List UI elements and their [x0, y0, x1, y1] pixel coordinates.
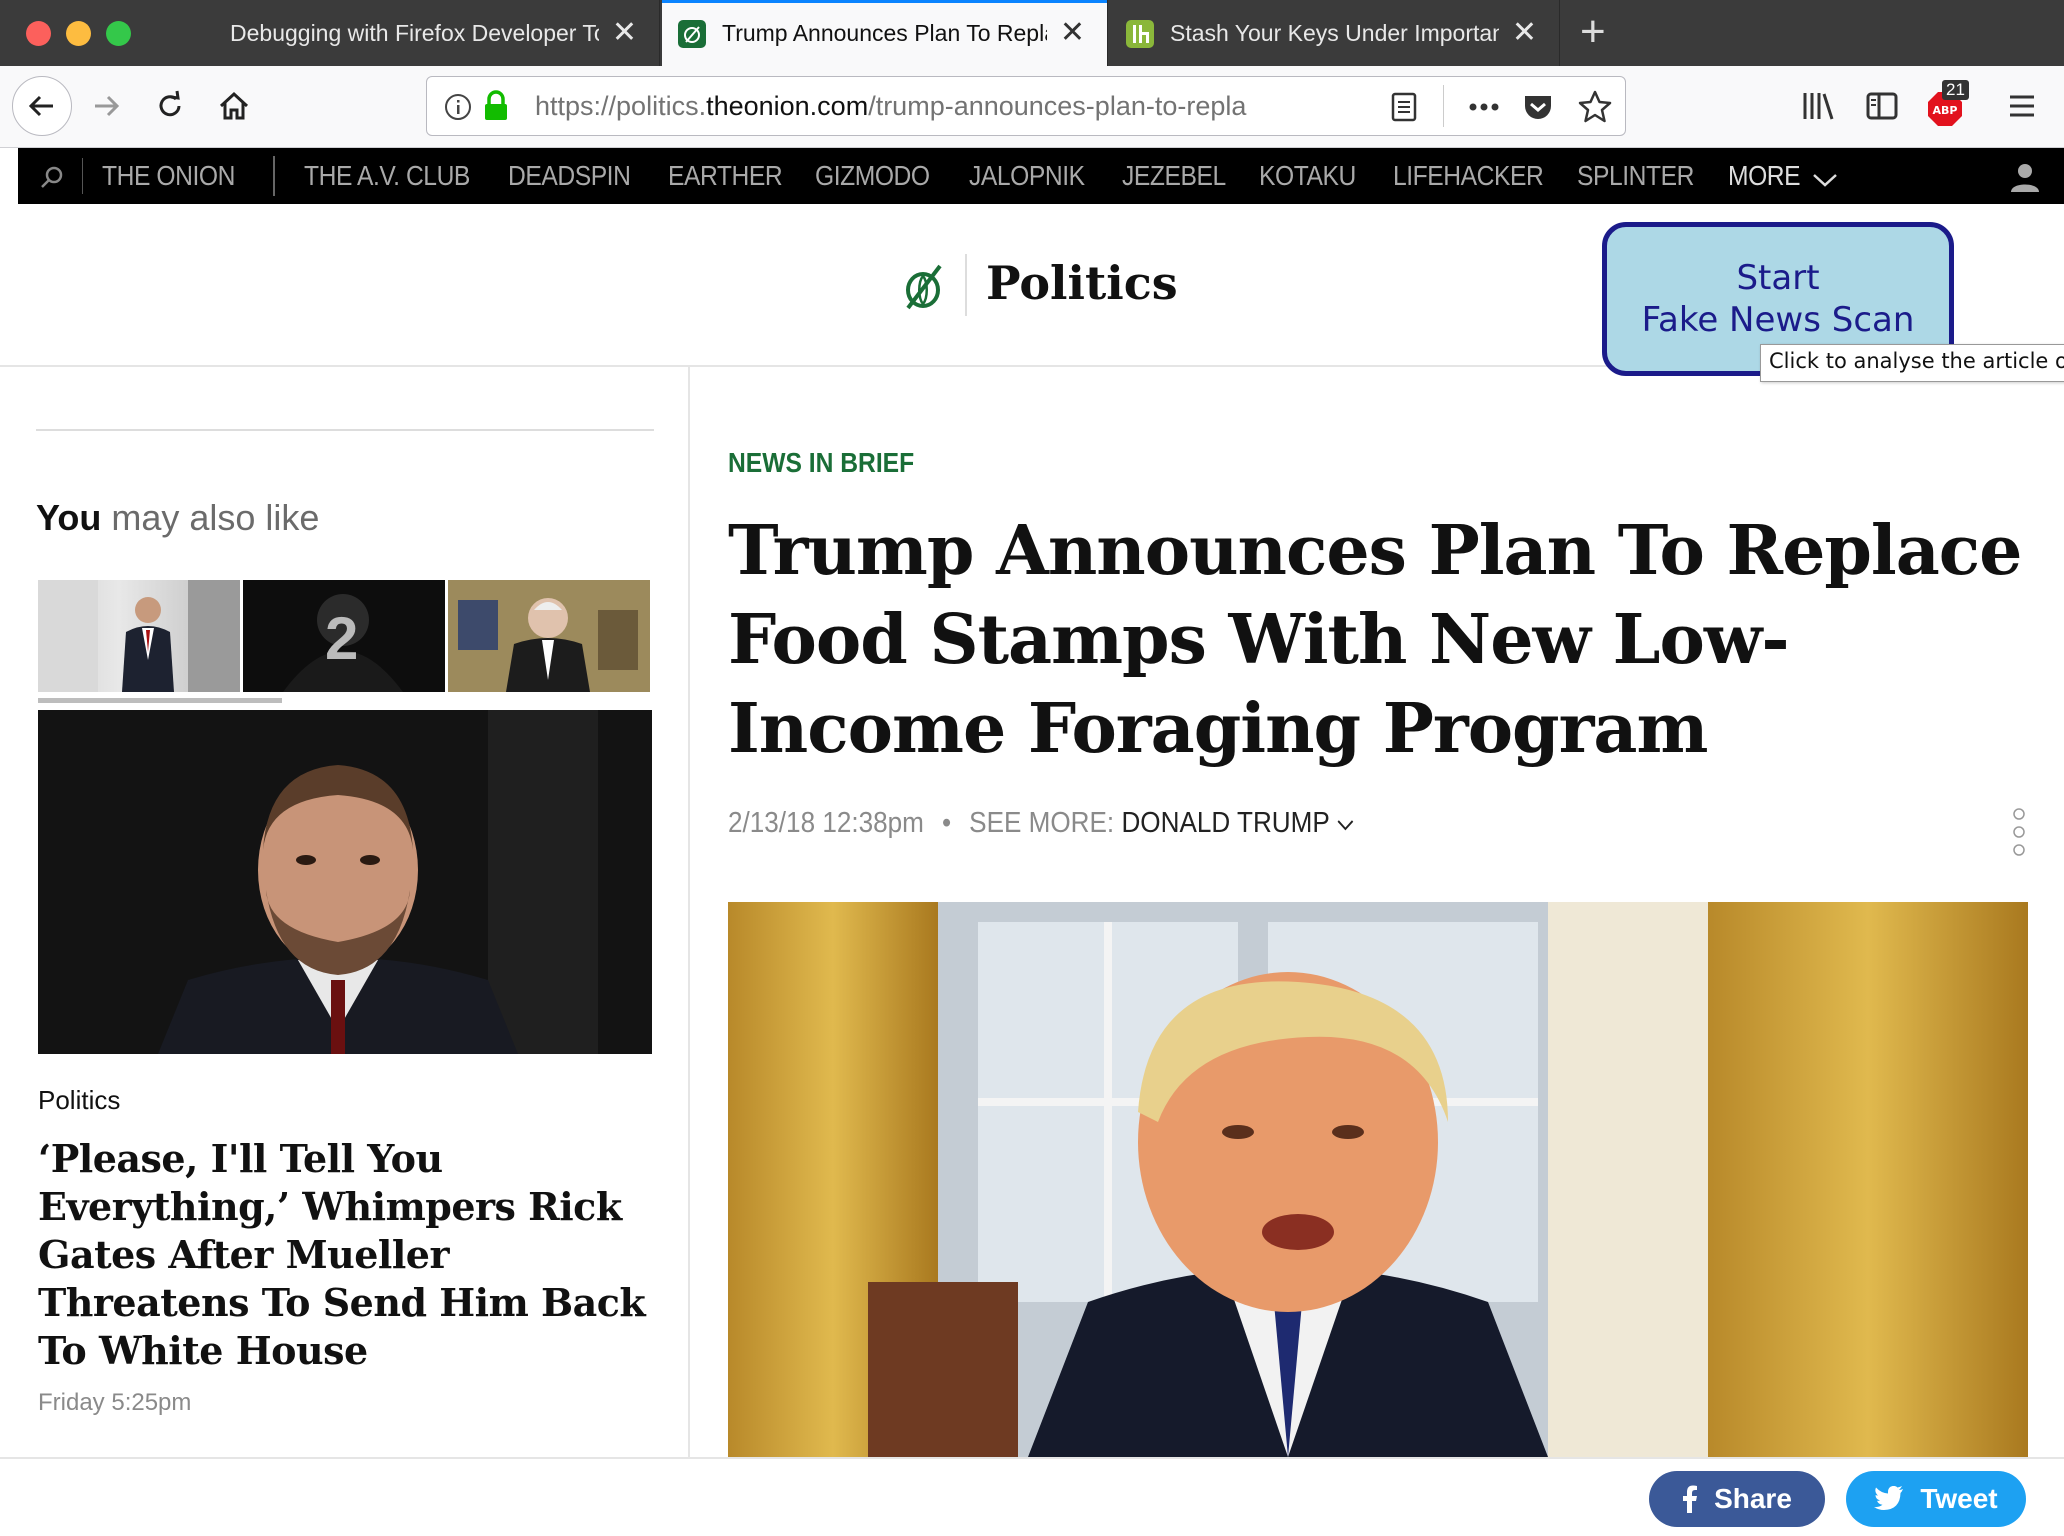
facebook-icon [1683, 1485, 1698, 1513]
page-actions-icon[interactable] [1467, 91, 1501, 123]
network-nav-bar: THE ONION THE A.V. CLUB DEADSPIN EARTHER… [18, 148, 2064, 204]
feature-headline-link[interactable]: ‘Please, I'll Tell You Everything,’ Whim… [38, 1135, 662, 1375]
twitter-tweet-label: Tweet [1920, 1483, 1998, 1514]
tab-lifehacker[interactable]: Stash Your Keys Under Important Paper ✕ [1110, 0, 1560, 66]
bookmark-star-icon[interactable] [1577, 89, 1613, 125]
forward-arrow-icon [95, 95, 120, 117]
feature-timestamp: Friday 5:25pm [38, 1389, 192, 1416]
nav-item-jezebel[interactable]: JEZEBEL [1122, 160, 1226, 192]
see-more-label: SEE MORE: [969, 807, 1115, 839]
chevron-down-icon [1813, 174, 1837, 187]
navigation-toolbar: https://politics.theonion.com/trump-anno… [0, 66, 2064, 148]
nav-item-gizmodo[interactable]: GIZMODO [815, 160, 930, 192]
svg-text:ABP: ABP [1933, 104, 1958, 117]
twitter-bird-icon [1874, 1486, 1904, 1510]
site-header: Politics Start Fake News Scan [0, 204, 2064, 376]
reader-view-icon[interactable] [1389, 91, 1419, 123]
nav-item-the-onion[interactable]: THE ONION [102, 160, 235, 192]
home-button[interactable] [208, 80, 260, 132]
header-divider [965, 254, 967, 316]
onion-favicon-icon [678, 20, 706, 48]
sidebar-toggle-icon[interactable] [1864, 88, 1900, 124]
facebook-share-button[interactable]: Share [1649, 1471, 1825, 1527]
onion-logo-icon[interactable] [900, 260, 946, 312]
carousel-progress-bar [38, 698, 282, 703]
article-main: News in Brief Trump Announces Plan To Re… [692, 367, 2064, 1457]
nav-item-kotaku[interactable]: KOTAKU [1259, 160, 1356, 192]
hamburger-menu-icon[interactable] [2004, 88, 2040, 124]
url-bar-divider [1443, 85, 1444, 127]
close-tab-icon[interactable]: ✕ [1060, 18, 1085, 48]
article-kicker[interactable]: News in Brief [728, 447, 914, 479]
minimize-window-button[interactable] [66, 21, 91, 46]
feature-image[interactable] [38, 710, 652, 1054]
search-icon[interactable] [38, 164, 66, 192]
section-title[interactable]: Politics [986, 256, 1178, 310]
library-icon[interactable] [1800, 88, 1836, 124]
nav-divider [82, 158, 83, 194]
tab-strip: Debugging with Firefox Developer Tools ✕… [0, 0, 2064, 66]
adblock-count-badge: 21 [1942, 80, 1969, 100]
nav-item-lifehacker[interactable]: LIFEHACKER [1393, 160, 1544, 192]
reload-icon [159, 90, 181, 117]
tag-donald-trump[interactable]: DONALD TRUMP [1121, 807, 1329, 839]
rick-gates-photo [38, 710, 652, 1054]
site-info-icon[interactable] [443, 92, 473, 122]
carousel-number: 2 [325, 605, 359, 672]
nav-item-av-club[interactable]: THE A.V. CLUB [304, 160, 470, 192]
nav-item-deadspin[interactable]: DEADSPIN [508, 160, 631, 192]
home-icon [219, 91, 249, 120]
back-button[interactable] [12, 76, 72, 136]
twitter-tweet-button[interactable]: Tweet [1846, 1471, 2026, 1527]
url-text[interactable]: https://politics.theonion.com/trump-anno… [535, 91, 1355, 122]
close-tab-icon[interactable]: ✕ [612, 18, 637, 48]
pocket-icon[interactable] [1521, 90, 1555, 124]
nav-item-jalopnik[interactable]: JALOPNIK [969, 160, 1085, 192]
reload-button[interactable] [144, 80, 196, 132]
close-window-button[interactable] [26, 21, 51, 46]
hero-image[interactable] [728, 902, 2028, 1457]
forward-button[interactable] [80, 80, 132, 132]
close-tab-icon[interactable]: ✕ [1512, 18, 1537, 48]
nav-item-more[interactable]: MORE [1728, 160, 1801, 192]
rubio-thumbnail-image [38, 580, 240, 692]
trump-oval-office-photo [728, 902, 2028, 1457]
chevron-down-icon[interactable] [1337, 818, 1355, 832]
tab-debugging[interactable]: Debugging with Firefox Developer Tools ✕ [210, 0, 660, 66]
carousel-thumbnail[interactable] [448, 580, 650, 692]
new-tab-button[interactable]: + [1580, 10, 1606, 54]
nav-item-earther[interactable]: EARTHER [668, 160, 783, 192]
zoom-window-button[interactable] [106, 21, 131, 46]
adblock-button[interactable]: ABP 21 [1926, 80, 1969, 128]
related-sidebar: You may also like 2 Politics ‘Please, I'… [0, 367, 690, 1457]
share-bar: Share Tweet [0, 1457, 2064, 1536]
feature-section-label[interactable]: Politics [38, 1085, 120, 1116]
secure-lock-icon [485, 90, 507, 120]
may-also-like-heading: You may also like [36, 497, 320, 538]
meta-separator: • [941, 807, 952, 839]
lifehacker-favicon-icon [1126, 20, 1154, 48]
scan-button-line1: Start [1736, 258, 1820, 298]
tab-title: Debugging with Firefox Developer Tools [230, 19, 599, 46]
article-headline: Trump Announces Plan To Replace Food Sta… [728, 511, 2022, 769]
sidebar-rule [36, 429, 654, 431]
tab-onion-article[interactable]: Trump Announces Plan To Replace Food Sta… [662, 0, 1108, 66]
nav-item-splinter[interactable]: SPLINTER [1577, 160, 1694, 192]
tab-title: Trump Announces Plan To Replace Food Sta… [722, 19, 1047, 46]
back-arrow-icon [28, 95, 53, 117]
article-meta: 2/13/18 12:38pm • SEE MORE: DONALD TRUMP [728, 807, 1355, 840]
user-account-icon[interactable] [2008, 160, 2042, 194]
scan-button-line2: Fake News Scan [1641, 300, 1915, 340]
carousel-thumbnail[interactable]: 2 [243, 580, 445, 692]
facebook-share-label: Share [1714, 1483, 1792, 1514]
nav-divider [273, 156, 275, 196]
carousel-thumbnail[interactable] [38, 580, 240, 692]
kelly-thumbnail-image [448, 580, 650, 692]
more-options-icon[interactable] [2012, 807, 2026, 857]
url-bar[interactable]: https://politics.theonion.com/trump-anno… [426, 76, 1626, 136]
article-timestamp: 2/13/18 12:38pm [728, 807, 924, 839]
tab-title: Stash Your Keys Under Important Paper [1170, 19, 1499, 46]
